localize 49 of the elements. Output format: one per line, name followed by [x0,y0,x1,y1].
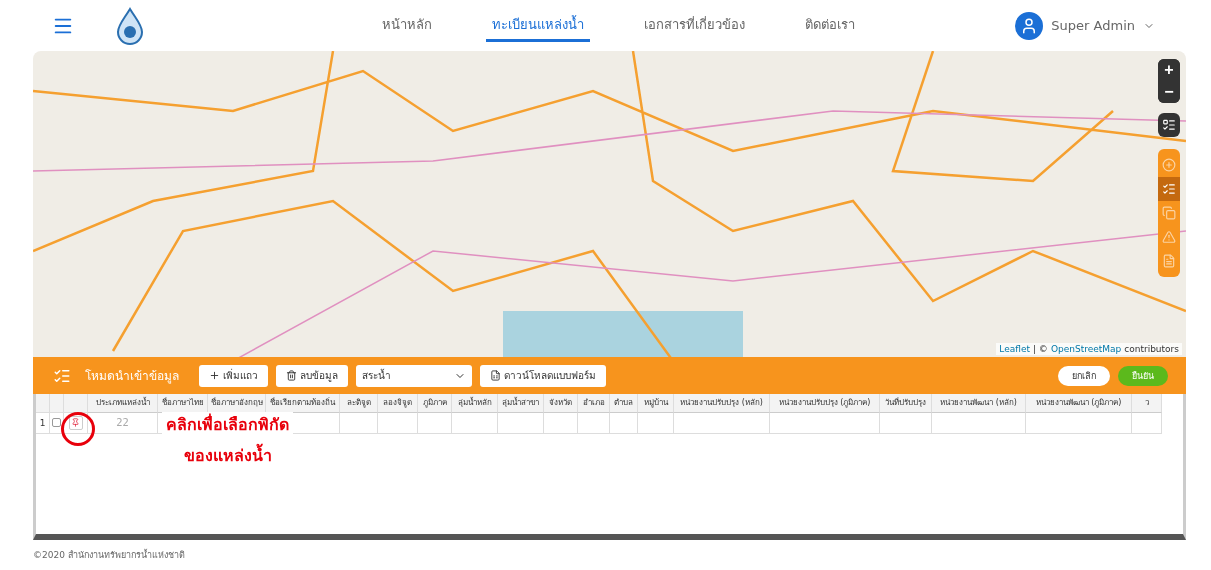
table-cell[interactable] [498,412,544,434]
row-checkbox[interactable] [52,418,61,428]
nav-link[interactable]: เอกสารที่เกี่ยวข้อง [638,9,751,42]
trash-icon [286,370,297,382]
user-avatar-icon [1015,11,1044,40]
table-cell[interactable] [1026,412,1132,434]
nav-link[interactable]: ทะเบียนแหล่งน้ำ [486,9,590,42]
nav-link[interactable]: หน้าหลัก [376,9,438,42]
attribution-text: contributors [1124,344,1179,355]
table-cell[interactable] [1132,412,1162,434]
map-tool-button[interactable] [1158,177,1180,202]
leaflet-link[interactable]: Leaflet [999,344,1030,355]
excel-file-icon [490,370,501,382]
water-drop-logo-icon [114,6,146,45]
table-cell[interactable] [544,412,578,434]
osm-link[interactable]: OpenStreetMap [1050,344,1122,355]
plus-circle-icon [1162,158,1176,173]
table-cell[interactable] [674,412,770,434]
table-cell[interactable] [452,412,498,434]
table-cell[interactable] [932,412,1026,434]
add-row-button[interactable]: เพิ่มแถว [199,364,268,387]
plus-icon [209,370,220,382]
table-cell[interactable] [610,412,638,434]
table-cell[interactable] [578,412,610,434]
row-number: 1 [39,417,46,428]
document-icon [1162,254,1176,269]
table-cell[interactable] [418,412,452,434]
import-mode-title: โหมดนำเข้าข้อมูล [85,368,179,386]
table-cell[interactable] [638,412,674,434]
user-menu[interactable]: Super Admin [1009,10,1161,41]
table-cell[interactable] [880,412,932,434]
attribution-text: | © [1032,344,1048,355]
cancel-button[interactable]: ยกเลิก [1058,365,1110,386]
delete-button[interactable]: ลบข้อมูล [276,364,348,387]
table-cell[interactable] [340,412,378,434]
layers-button[interactable] [1158,113,1180,138]
list-icon [1162,118,1176,133]
copy-icon [1162,206,1176,221]
table-cell[interactable] [378,412,418,434]
table-cell[interactable] [770,412,880,434]
list-icon [1162,182,1176,197]
pin-icon [71,418,80,428]
download-form-button[interactable]: ดาวน์โหลดแบบฟอร์ม [480,364,606,387]
pick-location-button[interactable] [68,415,83,430]
type-select[interactable]: สระน้ำ [356,364,472,387]
warning-icon [1162,230,1176,245]
highlight-circle [61,411,95,446]
footer-text: ©2020 สำนักงานทรัพยากรน้ำแห่งชาติ [32,548,186,562]
nav-link[interactable]: ติดต่อเรา [799,9,861,42]
